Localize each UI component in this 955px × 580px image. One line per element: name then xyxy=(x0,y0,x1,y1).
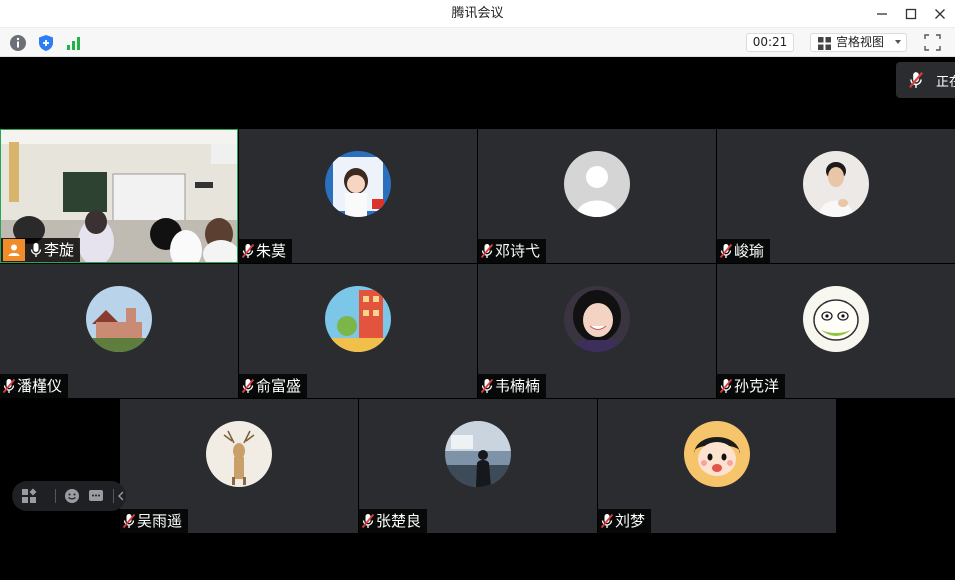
participant-name-tag: 李旋 xyxy=(1,238,81,262)
fullscreen-icon[interactable] xyxy=(923,33,942,52)
participant-name-tag: 邓诗弋 xyxy=(478,239,547,263)
participant-tile[interactable]: 吴雨遥 xyxy=(120,399,358,533)
participant-name-tag: 俞富盛 xyxy=(239,374,308,398)
participant-name: 刘梦 xyxy=(615,512,646,530)
title-bar: 腾讯会议 xyxy=(0,0,955,28)
participant-name: 俞富盛 xyxy=(256,377,302,395)
divider xyxy=(113,489,114,503)
participant-tile[interactable]: 孙克洋 xyxy=(717,264,955,398)
mic-muted-icon xyxy=(2,378,16,394)
avatar xyxy=(803,151,869,217)
participant-name: 李旋 xyxy=(44,241,75,259)
divider xyxy=(55,489,56,503)
minimize-icon[interactable] xyxy=(872,4,892,24)
participant-tile-video[interactable]: 李旋 xyxy=(0,129,238,263)
info-icon[interactable] xyxy=(9,34,27,52)
user-icon xyxy=(8,244,20,256)
avatar xyxy=(684,421,750,487)
mic-muted-icon xyxy=(480,378,494,394)
participant-tile[interactable]: 峻瑜 xyxy=(717,129,955,263)
participant-tile[interactable]: 张楚良 xyxy=(359,399,597,533)
mic-muted-icon xyxy=(122,513,136,529)
participant-tile[interactable]: 潘槿仪 xyxy=(0,264,238,398)
avatar xyxy=(86,286,152,352)
collapse-arrow-icon[interactable] xyxy=(116,488,126,504)
floating-control-bar xyxy=(12,481,126,511)
meeting-toolbar: 00:21 宫格视图 xyxy=(0,28,955,57)
participant-name: 邓诗弋 xyxy=(495,242,541,260)
close-icon[interactable] xyxy=(930,4,950,24)
participant-tile[interactable]: 邓诗弋 xyxy=(478,129,716,263)
mic-muted-icon xyxy=(719,243,733,259)
participant-name-tag: 吴雨遥 xyxy=(120,509,189,533)
participant-name: 朱莫 xyxy=(256,242,287,260)
participant-tile[interactable]: 俞富盛 xyxy=(239,264,477,398)
avatar xyxy=(803,286,869,352)
participant-name: 孙克洋 xyxy=(734,377,780,395)
host-badge xyxy=(3,239,25,261)
chat-icon[interactable] xyxy=(88,488,104,504)
view-mode-label: 宫格视图 xyxy=(836,35,885,49)
participant-tile[interactable]: 韦楠楠 xyxy=(478,264,716,398)
layout-icon[interactable] xyxy=(21,488,37,504)
shield-icon[interactable] xyxy=(37,34,55,52)
participant-name: 韦楠楠 xyxy=(495,377,541,395)
mic-muted-icon xyxy=(361,513,375,529)
participant-name-tag: 张楚良 xyxy=(359,509,428,533)
avatar xyxy=(564,286,630,352)
avatar xyxy=(325,286,391,352)
participant-name: 峻瑜 xyxy=(734,242,765,260)
participant-tile[interactable]: 刘梦 xyxy=(598,399,836,533)
grid-view-icon xyxy=(818,37,831,50)
participant-tile[interactable]: 朱莫 xyxy=(239,129,477,263)
signal-bars-icon[interactable] xyxy=(65,34,83,52)
participant-name: 张楚良 xyxy=(376,512,422,530)
participant-name-tag: 韦楠楠 xyxy=(478,374,547,398)
mic-muted-icon xyxy=(908,71,924,89)
chevron-down-icon xyxy=(895,40,901,44)
speaking-indicator[interactable]: 正在 xyxy=(896,62,955,98)
avatar xyxy=(564,151,630,217)
participant-name-tag: 潘槿仪 xyxy=(0,374,69,398)
participant-name-tag: 刘梦 xyxy=(598,509,652,533)
maximize-icon[interactable] xyxy=(901,4,921,24)
meeting-timer: 00:21 xyxy=(746,33,794,52)
participant-name-tag: 朱莫 xyxy=(239,239,293,263)
emoji-icon[interactable] xyxy=(64,488,80,504)
avatar xyxy=(445,421,511,487)
mic-muted-icon xyxy=(241,378,255,394)
mic-muted-icon xyxy=(480,243,494,259)
avatar xyxy=(325,151,391,217)
speaking-text: 正在 xyxy=(936,75,955,90)
participant-name: 潘槿仪 xyxy=(17,377,63,395)
participant-name-tag: 峻瑜 xyxy=(717,239,771,263)
participant-name-tag: 孙克洋 xyxy=(717,374,786,398)
avatar xyxy=(206,421,272,487)
view-mode-button[interactable]: 宫格视图 xyxy=(810,33,907,52)
mic-icon xyxy=(29,242,43,258)
mic-muted-icon xyxy=(241,243,255,259)
participant-name: 吴雨遥 xyxy=(137,512,183,530)
window-title: 腾讯会议 xyxy=(451,6,504,21)
mic-muted-icon xyxy=(600,513,614,529)
mic-muted-icon xyxy=(719,378,733,394)
